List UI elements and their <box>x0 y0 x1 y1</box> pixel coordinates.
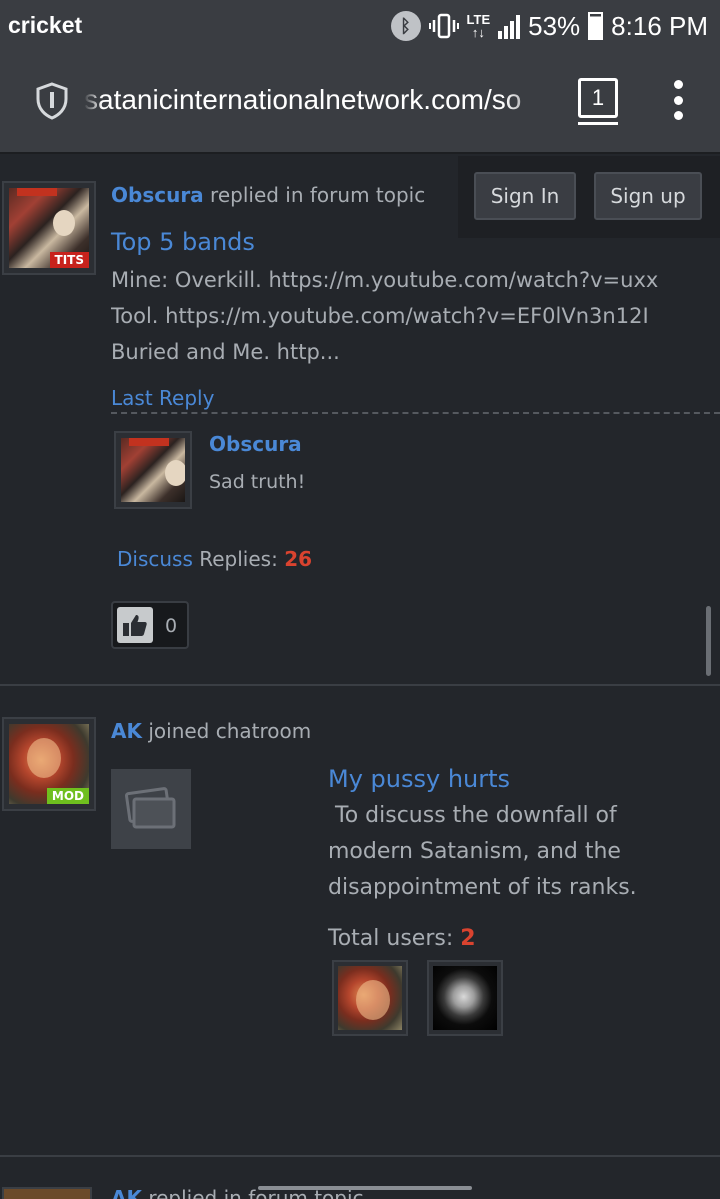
url-field[interactable]: satanicinternationalnetwork.com/so <box>84 84 554 116</box>
tabs-button[interactable]: 1 <box>578 78 618 125</box>
mod-badge: MOD <box>46 788 89 804</box>
battery-percent: 53% <box>528 10 581 41</box>
network-type: LTE <box>466 12 491 27</box>
avatar[interactable] <box>2 1187 92 1199</box>
replies-label: Replies: <box>199 547 278 571</box>
menu-icon[interactable] <box>668 80 688 120</box>
avatar[interactable]: TITS <box>2 181 96 275</box>
avatar-badge: TITS <box>49 252 89 268</box>
divider <box>111 412 720 414</box>
browser-toolbar: satanicinternationalnetwork.com/so 1 <box>0 52 720 154</box>
activity-line: AK joined chatroom <box>111 719 311 743</box>
status-icons: ᛒ LTE ↑↓ 53% 8:16 PM <box>390 9 708 43</box>
activity-line: Obscura replied in forum topic <box>111 183 425 207</box>
divider <box>0 1155 720 1157</box>
like-count: 0 <box>165 615 178 637</box>
chatroom-user-avatar[interactable] <box>332 960 408 1036</box>
chatroom-description: To discuss the downfall of modern Satani… <box>328 803 637 900</box>
reply-author-link[interactable]: Obscura <box>209 432 302 456</box>
total-users-count: 2 <box>460 926 476 951</box>
chatroom-user-avatar[interactable] <box>427 960 503 1036</box>
sign-up-button[interactable]: Sign up <box>594 172 702 220</box>
signal-icon <box>498 13 521 39</box>
avatar-image: MOD <box>9 724 89 804</box>
divider <box>0 684 720 686</box>
replies-count: 26 <box>284 547 313 571</box>
thumbs-up-icon[interactable] <box>117 607 153 643</box>
carrier-name: cricket <box>8 12 83 38</box>
sign-in-button[interactable]: Sign In <box>474 172 576 220</box>
bluetooth-icon: ᛒ <box>390 11 421 41</box>
excerpt-line: Buried and Me. http... <box>111 340 340 364</box>
chatroom-title-link[interactable]: My pussy hurts <box>328 765 510 793</box>
activity-action: joined chatroom <box>148 719 312 743</box>
scrollbar[interactable] <box>706 606 711 676</box>
total-users-label: Total users: <box>328 926 454 951</box>
shield-icon[interactable] <box>36 82 68 120</box>
battery-icon <box>588 12 604 40</box>
author-link[interactable]: AK <box>111 719 142 743</box>
discuss-link[interactable]: Discuss <box>117 547 193 571</box>
avatar-image <box>121 438 185 502</box>
activity-action: replied in forum topic <box>210 183 426 207</box>
post-excerpt: Mine: Overkill. https://m.youtube.com/wa… <box>111 262 720 370</box>
topic-link[interactable]: Top 5 bands <box>111 228 255 256</box>
vibrate-icon <box>428 11 459 41</box>
image-placeholder-icon <box>125 787 176 829</box>
avatar[interactable]: MOD <box>2 717 96 811</box>
status-bar: cricket ᛒ LTE ↑↓ 53% 8:16 PM <box>0 0 720 52</box>
avatar-image <box>338 966 402 1030</box>
total-users: Total users: 2 <box>328 926 476 951</box>
discuss-line: Discuss Replies: 26 <box>117 547 312 571</box>
like-button[interactable]: 0 <box>111 601 189 649</box>
author-link[interactable]: Obscura <box>111 183 204 207</box>
avatar-image <box>433 966 497 1030</box>
clock: 8:16 PM <box>611 10 708 41</box>
author-link[interactable]: AK <box>111 1186 142 1199</box>
lte-icon: LTE ↑↓ <box>466 12 491 40</box>
last-reply-label: Last Reply <box>111 386 215 410</box>
chatroom-image-placeholder[interactable] <box>111 769 191 849</box>
avatar-image: TITS <box>9 188 89 268</box>
reply-text: Sad truth! <box>209 471 306 493</box>
excerpt-line: Tool. https://m.youtube.com/watch?v=EF0l… <box>111 304 649 328</box>
avatar[interactable] <box>114 431 192 509</box>
excerpt-line: Mine: Overkill. https://m.youtube.com/wa… <box>111 268 659 292</box>
gesture-bar[interactable] <box>258 1186 472 1190</box>
auth-panel: Sign In Sign up <box>458 156 720 238</box>
